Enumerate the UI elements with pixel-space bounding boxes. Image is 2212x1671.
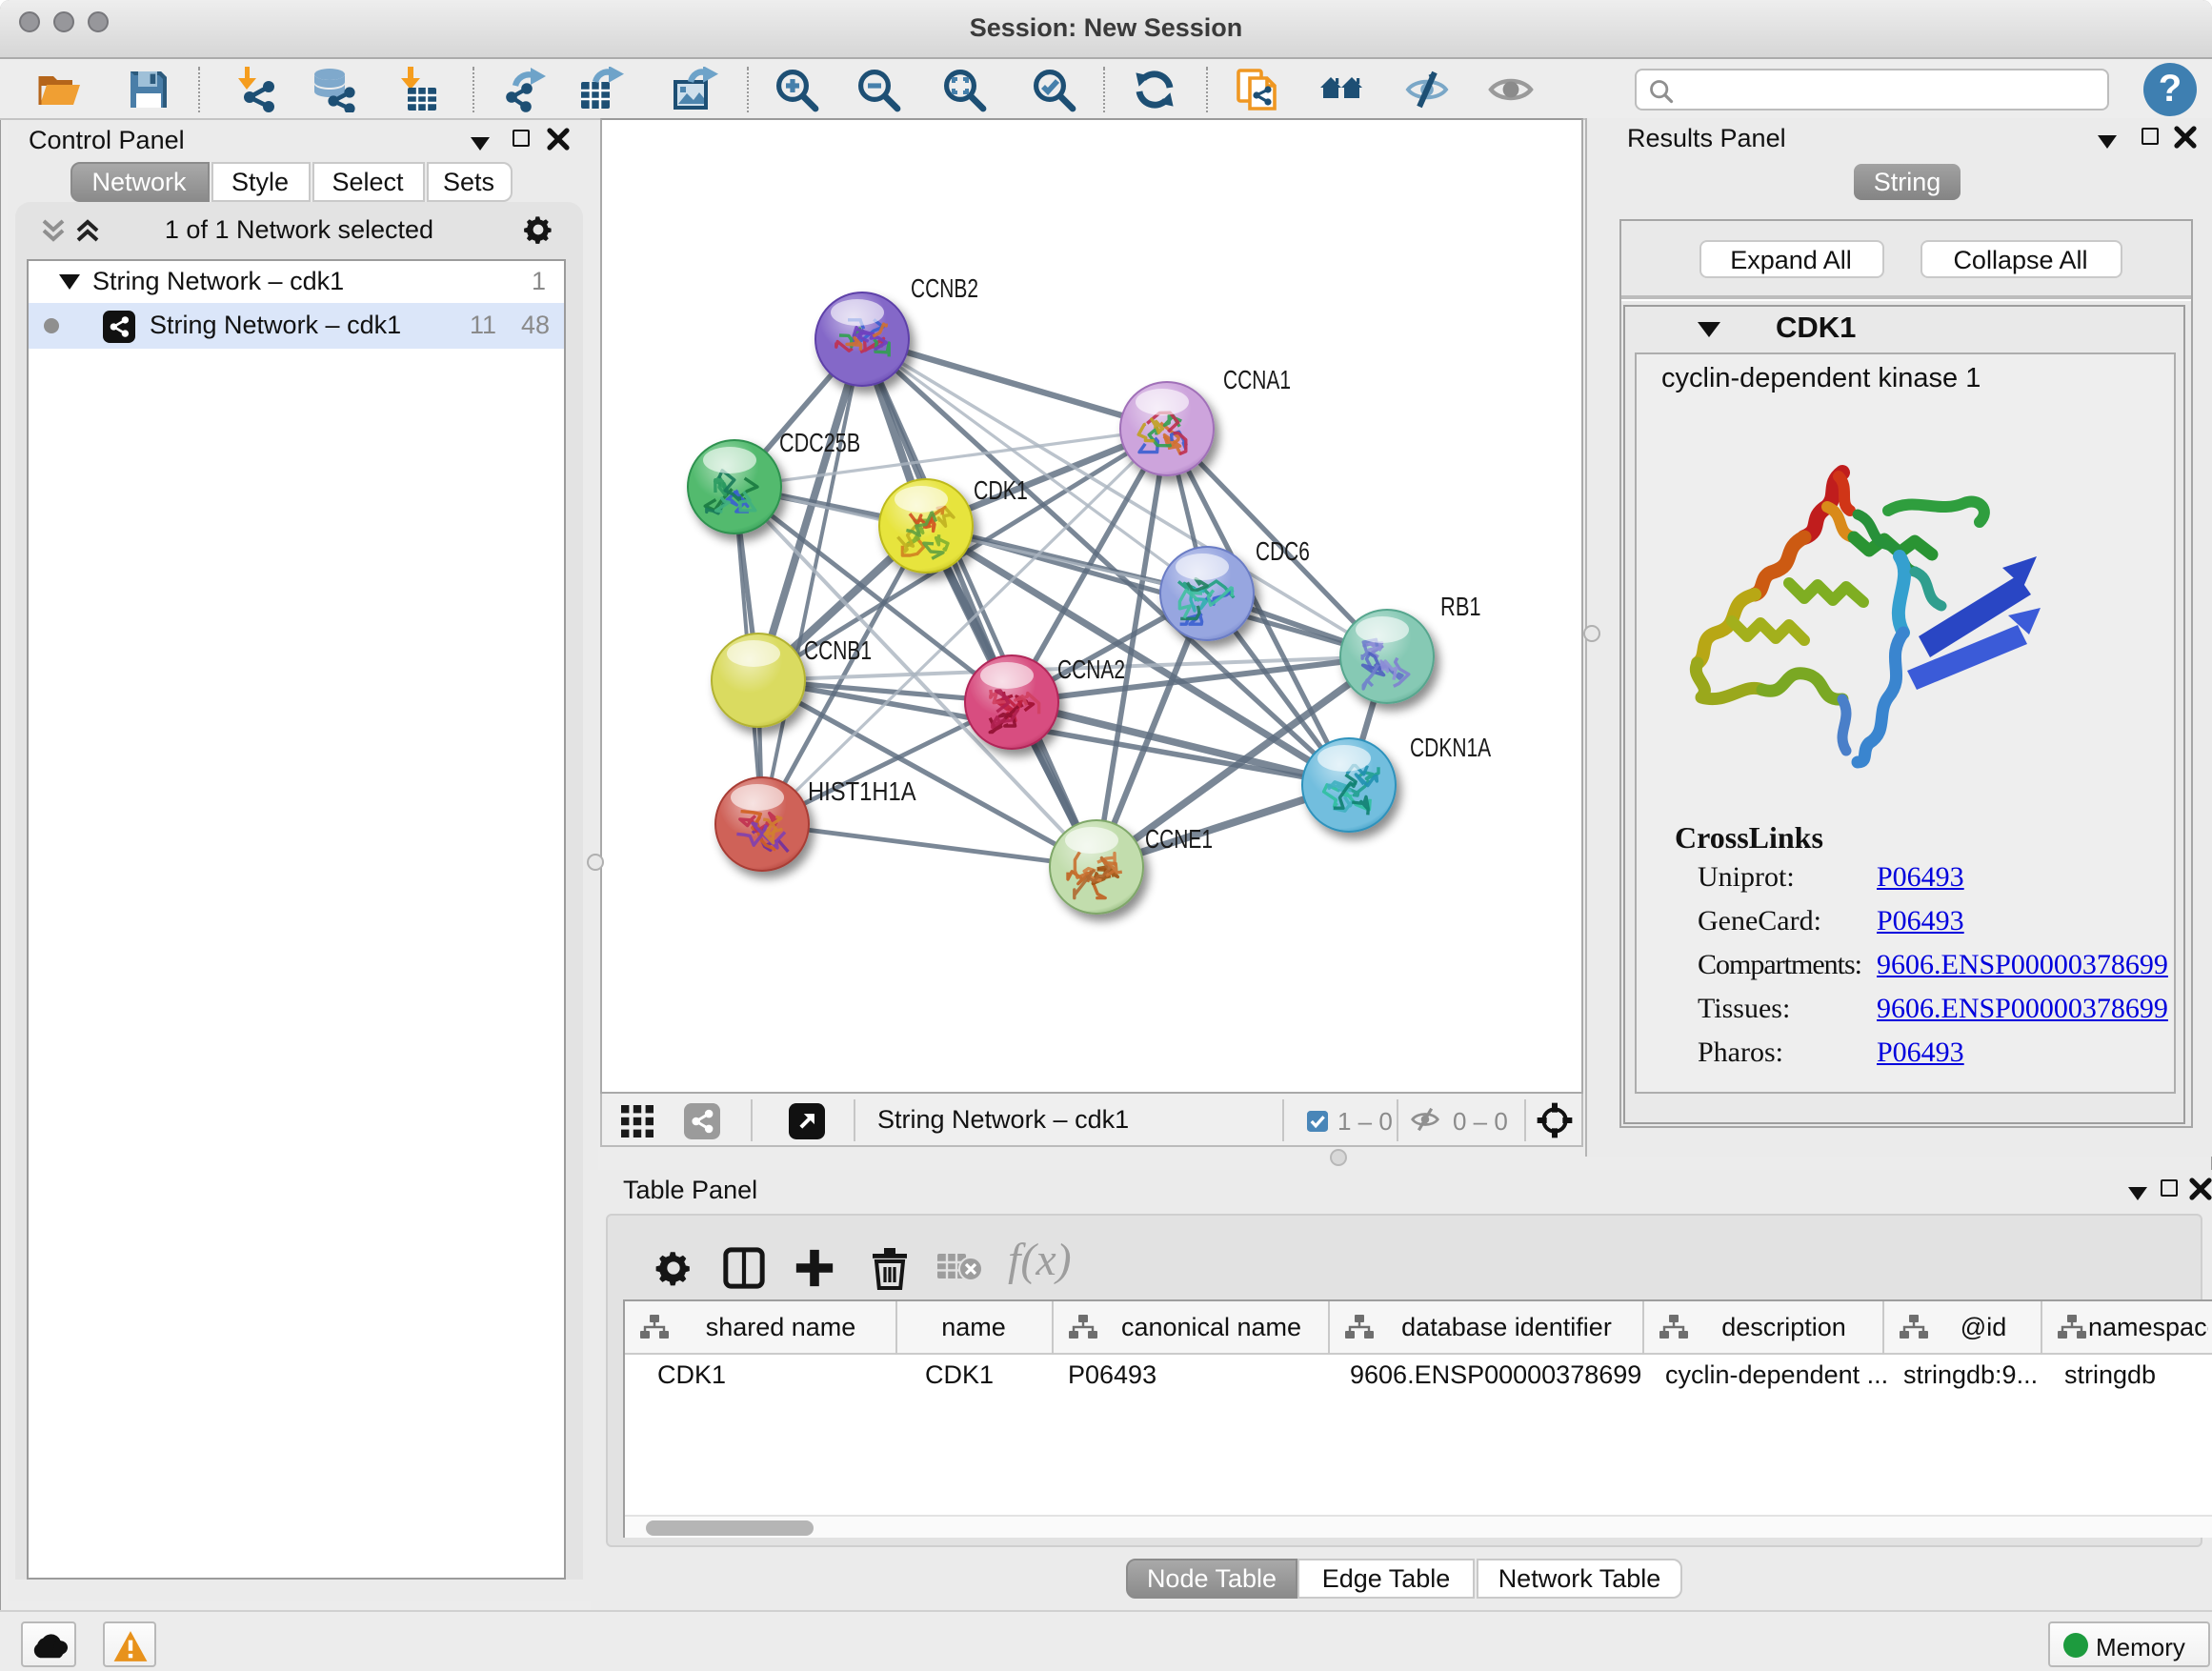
svg-text:CDC25B: CDC25B bbox=[779, 428, 860, 457]
svg-text:CCNE1: CCNE1 bbox=[1145, 824, 1213, 854]
svg-text:CCNA2: CCNA2 bbox=[1057, 654, 1125, 684]
svg-text:RB1: RB1 bbox=[1440, 592, 1481, 621]
svg-text:CCNA1: CCNA1 bbox=[1223, 365, 1291, 394]
svg-text:CDC6: CDC6 bbox=[1256, 536, 1310, 566]
svg-text:CDK1: CDK1 bbox=[974, 475, 1028, 505]
svg-text:CDKN1A: CDKN1A bbox=[1410, 733, 1491, 762]
svg-text:CCNB2: CCNB2 bbox=[911, 273, 978, 303]
svg-text:CCNB1: CCNB1 bbox=[804, 635, 872, 665]
svg-text:HIST1H1A: HIST1H1A bbox=[808, 776, 916, 806]
